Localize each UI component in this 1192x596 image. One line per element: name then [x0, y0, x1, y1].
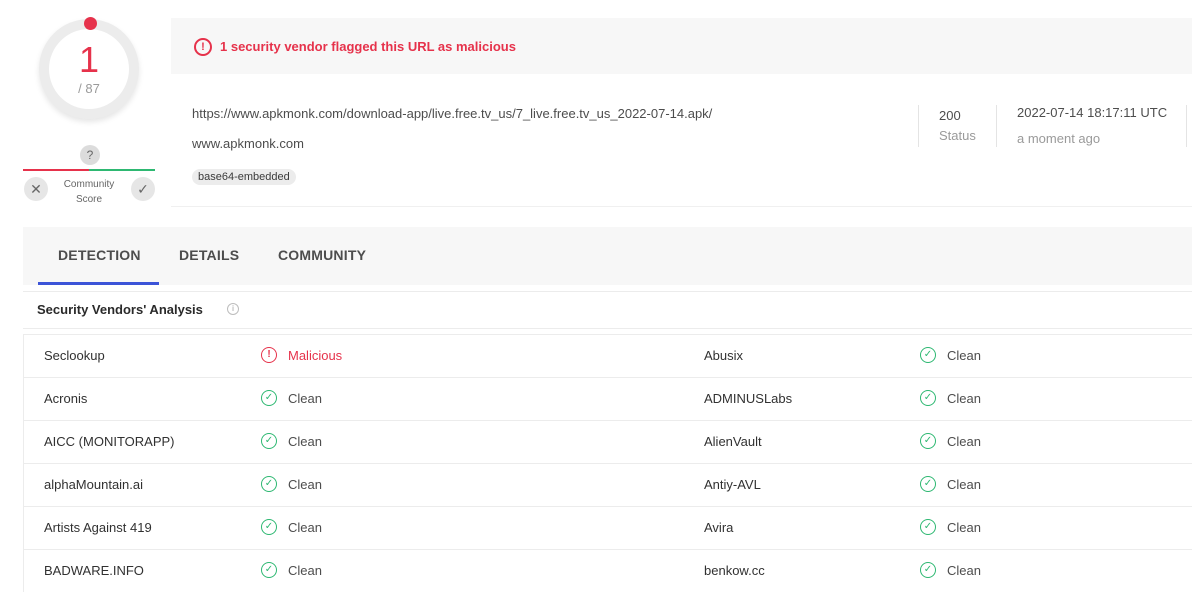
vendor-name: AICC (MONITORAPP) — [44, 434, 175, 449]
vendor-name: Antiy-AVL — [704, 477, 761, 492]
divider — [1186, 105, 1187, 147]
vendor-name: BADWARE.INFO — [44, 563, 144, 578]
active-tab-indicator — [38, 282, 159, 285]
vendor-analysis-table: Seclookup ! Malicious Abusix ✓ Clean Acr… — [23, 334, 1192, 592]
community-score-question-icon: ? — [80, 145, 100, 165]
section-title: Security Vendors' Analysis — [37, 302, 203, 317]
tag-badge[interactable]: base64-embedded — [192, 169, 296, 185]
vendor-result: Clean — [947, 520, 981, 535]
detection-count: 1 — [78, 39, 100, 80]
vendor-result: Clean — [288, 520, 322, 535]
vendor-name: Artists Against 419 — [44, 520, 152, 535]
divider — [918, 105, 919, 147]
alert-circle-icon: ! — [194, 38, 212, 56]
check-circle-icon: ✓ — [920, 347, 936, 363]
table-row: BADWARE.INFO ✓ Clean benkow.cc ✓ Clean — [24, 549, 1192, 592]
http-status-label: Status — [939, 128, 976, 143]
vendor-name: Avira — [704, 520, 734, 535]
vote-harmful-button[interactable]: ✕ — [24, 177, 48, 201]
community-score-label: Community Score — [63, 179, 115, 205]
table-row: Artists Against 419 ✓ Clean Avira ✓ Clea… — [24, 506, 1192, 549]
check-circle-icon: ✓ — [261, 390, 277, 406]
vendor-result: Clean — [947, 563, 981, 578]
vendor-result: Clean — [947, 348, 981, 363]
info-icon[interactable]: i — [227, 303, 239, 315]
check-circle-icon: ✓ — [920, 433, 936, 449]
vote-harmless-button[interactable]: ✓ — [131, 177, 155, 201]
analysis-date-relative: a moment ago — [1017, 131, 1101, 146]
scanned-url: https://www.apkmonk.com/download-app/liv… — [192, 106, 713, 121]
check-circle-icon: ✓ — [920, 476, 936, 492]
check-circle-icon: ✓ — [920, 562, 936, 578]
vendor-result: Clean — [288, 391, 322, 406]
vendor-result: Clean — [947, 477, 981, 492]
check-circle-icon: ✓ — [261, 519, 277, 535]
alert-circle-icon: ! — [261, 347, 277, 363]
check-circle-icon: ✓ — [261, 562, 277, 578]
vendor-name: alphaMountain.ai — [44, 477, 144, 492]
tab-community[interactable]: COMMUNITY — [278, 247, 366, 263]
check-circle-icon: ✓ — [920, 390, 936, 406]
vendor-name: Seclookup — [44, 348, 105, 363]
http-status-code: 200 — [939, 108, 961, 123]
alert-message: 1 security vendor flagged this URL as ma… — [220, 39, 516, 54]
vendor-result: Clean — [947, 434, 981, 449]
check-circle-icon: ✓ — [261, 433, 277, 449]
table-row: AICC (MONITORAPP) ✓ Clean AlienVault ✓ C… — [24, 420, 1192, 463]
vendor-name: AlienVault — [704, 434, 762, 449]
tab-details[interactable]: DETAILS — [179, 247, 239, 263]
table-row: Seclookup ! Malicious Abusix ✓ Clean — [24, 334, 1192, 377]
divider — [996, 105, 997, 147]
community-score-bar-positive — [89, 169, 155, 171]
table-row: alphaMountain.ai ✓ Clean Antiy-AVL ✓ Cle… — [24, 463, 1192, 506]
vendor-result: Clean — [288, 563, 322, 578]
community-score-bar-negative — [23, 169, 89, 171]
vendor-result: Malicious — [288, 348, 343, 363]
table-row: Acronis ✓ Clean ADMINUSLabs ✓ Clean — [24, 377, 1192, 420]
vendor-result: Clean — [288, 434, 322, 449]
vendor-result: Clean — [288, 477, 322, 492]
check-circle-icon: ✓ — [261, 476, 277, 492]
vendor-name: ADMINUSLabs — [704, 391, 793, 406]
detection-total: / 87 — [78, 81, 100, 96]
vendor-name: benkow.cc — [704, 563, 765, 578]
check-circle-icon: ✓ — [920, 519, 936, 535]
vendor-name: Acronis — [44, 391, 88, 406]
score-indicator-dot — [84, 17, 97, 30]
vendor-result: Clean — [947, 391, 981, 406]
scanned-domain[interactable]: www.apkmonk.com — [192, 136, 304, 151]
tab-detection[interactable]: DETECTION — [58, 247, 141, 263]
analysis-date: 2022-07-14 18:17:11 UTC — [1017, 105, 1168, 120]
vendor-name: Abusix — [704, 348, 744, 363]
